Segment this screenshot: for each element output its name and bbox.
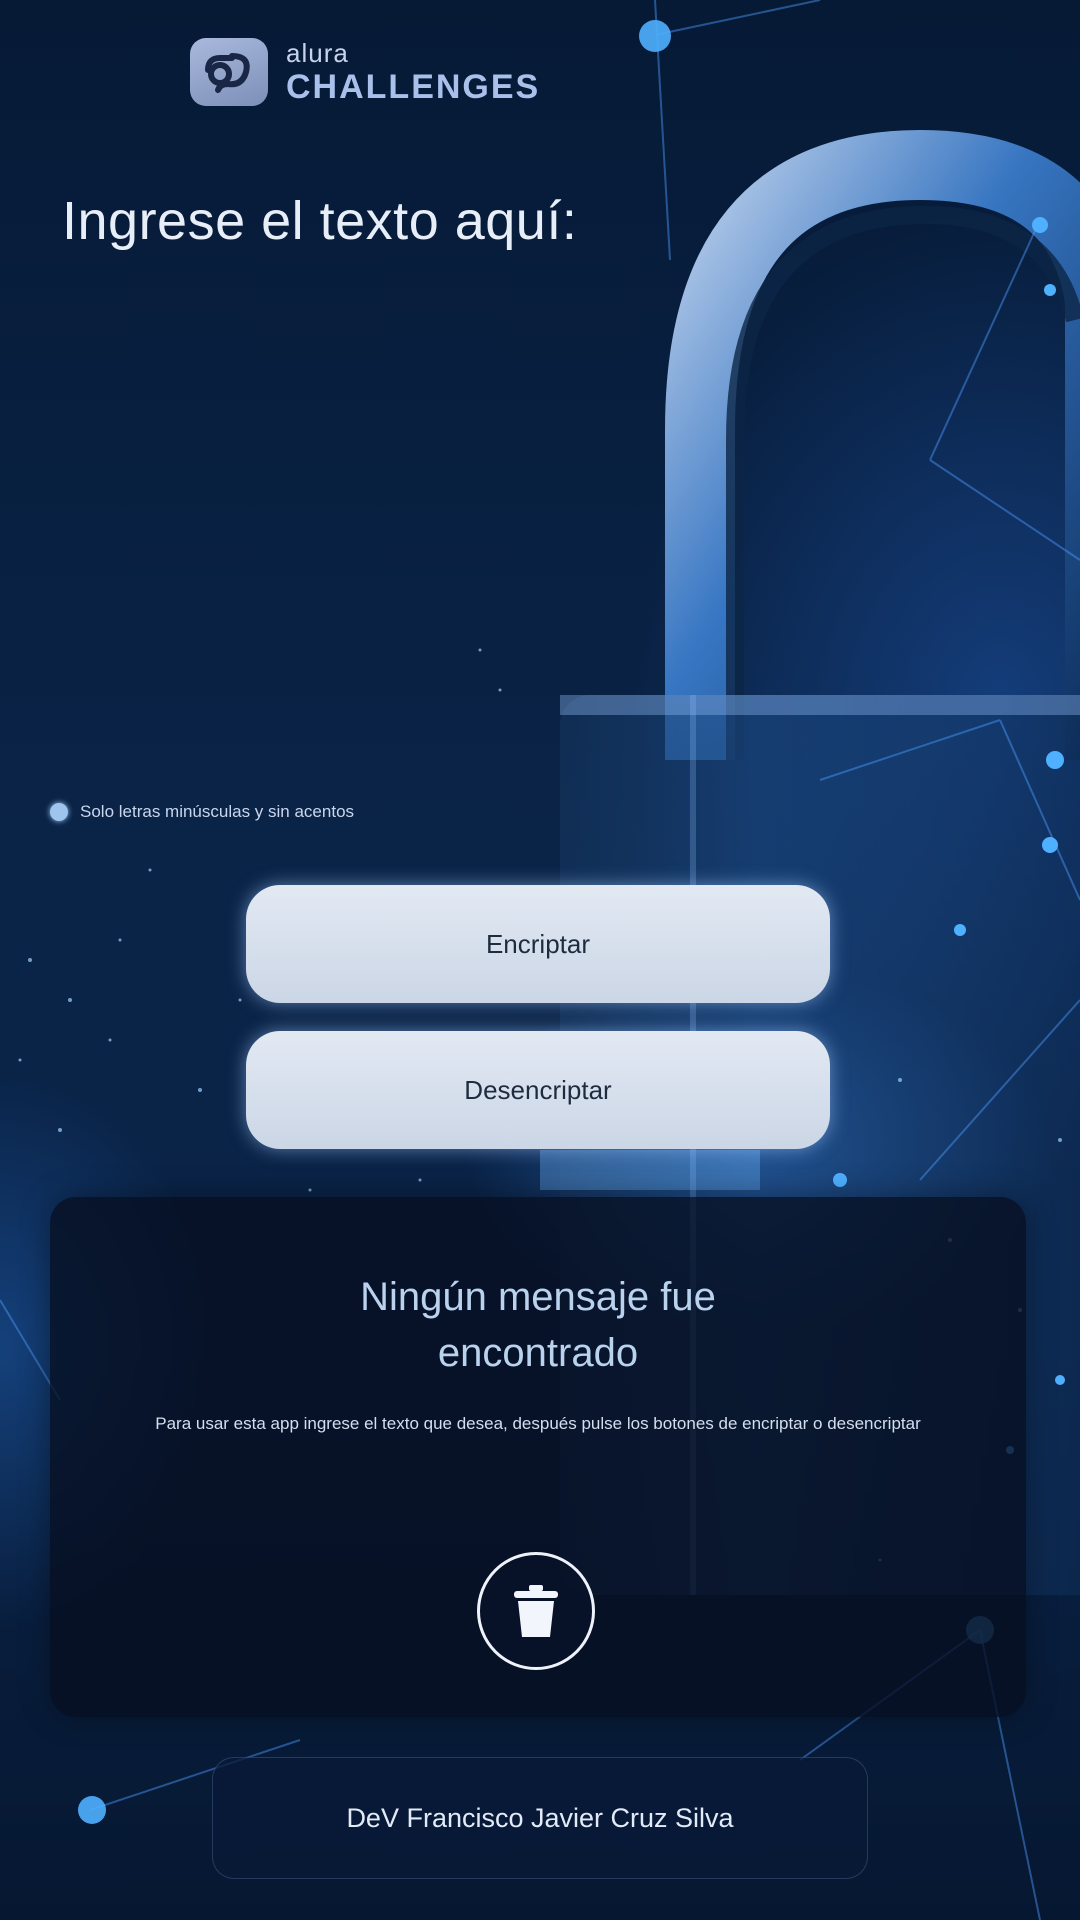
result-description: Para usar esta app ingrese el texto que … — [155, 1414, 921, 1433]
footer-credit-text: DeV Francisco Javier Cruz Silva — [346, 1802, 734, 1833]
result-title-line-2: encontrado — [437, 1331, 639, 1375]
brand-logo: alura CHALLENGES — [190, 38, 540, 106]
info-dot-icon — [50, 803, 68, 821]
alura-logo-icon — [190, 38, 268, 106]
input-hint: Solo letras minúsculas y sin acentos — [50, 802, 354, 822]
brand-name-top: alura — [286, 38, 349, 68]
input-heading: Ingrese el texto aquí: — [62, 191, 578, 251]
clear-button[interactable] — [477, 1552, 595, 1670]
trash-icon — [514, 1585, 558, 1637]
result-title-line-1: Ningún mensaje fue — [360, 1275, 716, 1319]
footer-credit: DeV Francisco Javier Cruz Silva — [212, 1757, 868, 1879]
text-input[interactable] — [62, 275, 626, 779]
result-panel: Ningún mensaje fue encontrado Para usar … — [50, 1197, 1026, 1717]
encrypt-button[interactable]: Encriptar — [246, 885, 830, 1003]
decrypt-button[interactable]: Desencriptar — [246, 1031, 830, 1149]
result-title: Ningún mensaje fue encontrado — [50, 1269, 1026, 1381]
brand-name-bottom: CHALLENGES — [286, 68, 541, 106]
hint-text: Solo letras minúsculas y sin acentos — [80, 802, 355, 821]
